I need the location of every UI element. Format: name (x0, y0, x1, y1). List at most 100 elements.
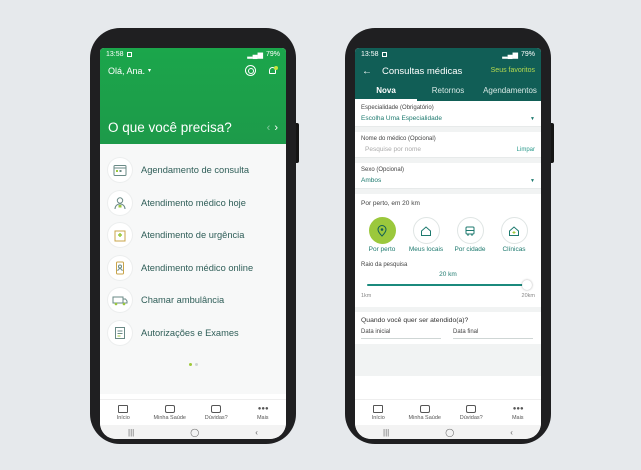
battery-level: 79% (265, 51, 280, 58)
heart-icon (419, 404, 430, 413)
tab-mais[interactable]: ●●● Mais (240, 400, 287, 425)
radius-slider[interactable] (367, 280, 532, 290)
more-icon: ●●● (257, 405, 269, 412)
more-icon: ●●● (512, 405, 524, 412)
tab-label: Dúvidas? (204, 414, 228, 421)
back-icon[interactable]: ‹ (510, 428, 513, 437)
end-date-field[interactable]: Data final (453, 329, 533, 339)
bus-icon (456, 217, 484, 244)
radius-value: 20 km (439, 271, 457, 278)
home-icon (373, 404, 384, 413)
gear-icon[interactable] (245, 65, 256, 76)
home-screen: 13:58 ▂▄▆ 79% Olá, Ana. ▾ O que você prec… (100, 48, 286, 439)
doctor-search-placeholder: Pesquise por nome (365, 146, 422, 153)
menu-item-online[interactable]: Atendimento médico online (100, 252, 286, 285)
tab-duvidas[interactable]: Dúvidas? (448, 400, 495, 425)
tab-label: Mais (256, 414, 269, 421)
favorites-link[interactable]: Seus favoritos (491, 67, 535, 74)
home-circle-icon[interactable]: ◯ (190, 428, 199, 437)
tab-mais[interactable]: ●●● Mais (495, 400, 542, 425)
back-arrow-icon[interactable]: ← (362, 66, 372, 77)
home-circle-icon[interactable]: ◯ (445, 428, 454, 437)
menu-item-urgencia[interactable]: Atendimento de urgência (100, 219, 286, 252)
android-nav-bar: ||| ◯ ‹ (100, 425, 286, 439)
profile-selector[interactable]: Olá, Ana. ▾ (108, 66, 151, 76)
location-pin-icon (368, 217, 396, 244)
back-icon[interactable]: ‹ (255, 428, 258, 437)
option-label: Meus locais (408, 246, 444, 253)
option-label: Por cidade (454, 246, 486, 253)
option-por-cidade[interactable]: Por cidade (451, 217, 489, 253)
sex-value: Ambos (361, 177, 382, 184)
next-arrow-icon[interactable]: › (274, 122, 278, 134)
tab-label: Início (116, 414, 130, 421)
tab-inicio[interactable]: Início (100, 400, 147, 425)
when-title: Quando você quer ser atendido(a)? (361, 317, 469, 324)
nearby-section: Por perto, em 20 km Por perto Meus locai… (355, 194, 541, 307)
consultas-tabs: Nova Retornos Agendamentos (355, 81, 541, 101)
phone-right: 13:58 ▂▄▆ 79% ← Consultas médicas Seus fa… (345, 28, 554, 444)
field-label: Nome do médico (Opcional) (361, 136, 436, 142)
slider-handle[interactable] (522, 280, 532, 290)
option-label: Por perto (368, 246, 396, 253)
dropdown-caret-icon: ▼ (530, 177, 535, 184)
option-meus-locais[interactable]: Meus locais (407, 217, 445, 253)
menu-item-agendamento[interactable]: Agendamento de consulta (100, 154, 286, 187)
menu-item-autorizacoes[interactable]: Autorizações e Exames (100, 317, 286, 350)
clinic-icon (500, 217, 528, 244)
nearby-title: Por perto, em 20 km (361, 200, 420, 207)
battery-level: 79% (520, 51, 535, 58)
status-time: 13:58 (106, 51, 124, 58)
tab-duvidas[interactable]: Dúvidas? (193, 400, 240, 425)
home-header: 13:58 ▂▄▆ 79% Olá, Ana. ▾ O que você prec… (100, 48, 286, 144)
option-clinicas[interactable]: Clínicas (495, 217, 533, 253)
page-title: Consultas médicas (382, 65, 463, 77)
specialty-field[interactable]: Especialidade (Obrigatório) Escolha Uma … (355, 101, 541, 127)
menu-item-label: Autorizações e Exames (141, 327, 239, 338)
menu-item-label: Chamar ambulância (141, 295, 225, 306)
page-title: O que você precisa? (108, 120, 232, 135)
tab-retornos[interactable]: Retornos (417, 81, 479, 101)
bell-icon[interactable] (268, 65, 278, 76)
tab-inicio[interactable]: Início (355, 400, 402, 425)
radius-min: 1km (361, 293, 372, 299)
menu-item-atendimento-hoje[interactable]: Atendimento médico hoje (100, 187, 286, 220)
tab-minha-saude[interactable]: Minha Saúde (402, 400, 449, 425)
field-label: Sexo (Opcional) (361, 167, 405, 173)
option-por-perto[interactable]: Por perto (363, 217, 401, 253)
services-menu: Agendamento de consulta Atendimento médi… (100, 144, 286, 394)
tab-label: Minha Saúde (408, 414, 441, 421)
status-bar: 13:58 ▂▄▆ 79% (100, 48, 286, 61)
notification-icon (126, 52, 132, 57)
menu-item-label: Agendamento de consulta (141, 165, 250, 176)
bottom-tab-bar: Início Minha Saúde Dúvidas? ●●● Mais (100, 399, 286, 425)
signal-icon: ▂▄▆ (247, 51, 263, 59)
chat-icon (466, 404, 477, 413)
recents-icon[interactable]: ||| (128, 428, 134, 437)
signal-icon: ▂▄▆ (502, 51, 518, 59)
document-icon (108, 320, 132, 345)
tab-label: Minha Saúde (153, 414, 186, 421)
ambulance-icon (108, 288, 132, 313)
menu-item-ambulancia[interactable]: Chamar ambulância (100, 284, 286, 317)
tab-agendamentos[interactable]: Agendamentos (479, 81, 541, 101)
radius-label: Raio da pesquisa (361, 262, 408, 268)
start-date-field[interactable]: Data inicial (361, 329, 441, 339)
when-section: Quando você quer ser atendido(a)? Data i… (355, 312, 541, 344)
clear-button[interactable]: Limpar (517, 147, 535, 153)
prev-arrow-icon[interactable]: ‹ (267, 122, 271, 134)
phone-side-button (296, 123, 299, 163)
tab-minha-saude[interactable]: Minha Saúde (147, 400, 194, 425)
bottom-tab-bar: Início Minha Saúde Dúvidas? ●●● Mais (355, 399, 541, 425)
tab-nova[interactable]: Nova (355, 81, 417, 101)
greeting-text: Olá, Ana. (108, 65, 146, 76)
doctor-name-field[interactable]: Nome do médico (Opcional) Pesquise por n… (355, 132, 541, 158)
radius-max: 20km (521, 293, 535, 299)
status-bar: 13:58 ▂▄▆ 79% (355, 48, 541, 61)
recents-icon[interactable]: ||| (383, 428, 389, 437)
slider-track (367, 284, 529, 286)
sex-field[interactable]: Sexo (Opcional) Ambos ▼ (355, 163, 541, 189)
house-icon (412, 217, 440, 244)
heart-icon (164, 404, 175, 413)
android-nav-bar: ||| ◯ ‹ (355, 425, 541, 439)
